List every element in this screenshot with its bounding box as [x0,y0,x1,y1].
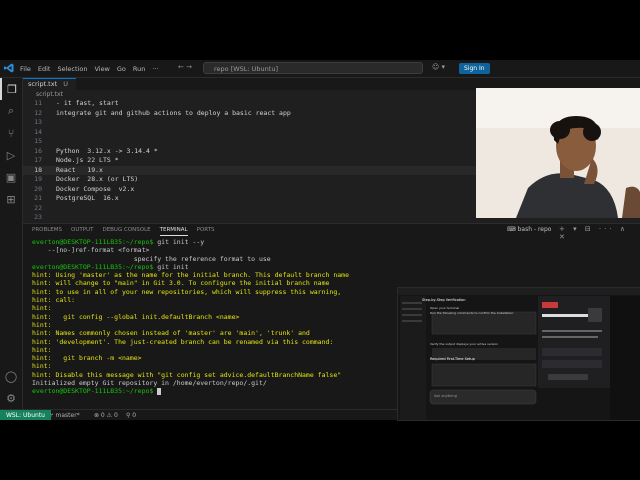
command-center-search[interactable]: repo [WSL: Ubuntu] [203,62,423,74]
terminal-command: git init [153,262,189,271]
terminal-hint: hint: to use in all of your new reposito… [32,287,342,296]
terminal-hint: hint: 'development'. The just-created br… [32,337,334,346]
activity-bar: ❐ ⌕ ⑂ ▷ ▣ ⊞ ◯ ⚙ [0,78,23,409]
tab-label: script.txt [28,80,58,88]
line-number: 18 [34,165,42,174]
webcam-person-image [476,88,640,218]
shared-input: Ask anything [434,394,457,398]
line-number: 20 [34,184,42,193]
tab-problems[interactable]: PROBLEMS [32,224,62,236]
git-branch[interactable]: ⑂ master* [50,410,80,420]
nav-back-forward[interactable]: ← → [178,63,192,71]
shared-heading: Step-by-Step Verification [422,298,466,302]
terminal-text: Initialized empty Git repository in /hom… [32,379,267,388]
tab-output[interactable]: OUTPUT [71,224,93,236]
terminal-prompt: everton@DESKTOP-111LB35:~/repo$ [32,238,154,246]
line-number: 11 [34,99,42,107]
terminal-hint: hint: Using 'master' as the name for the… [32,271,349,280]
terminal-hint: hint: [32,362,52,371]
line-text: Node.js 22 LTS * [56,156,119,164]
menu-view[interactable]: View [94,65,109,73]
shared-screen-overlay: Step-by-Step Verification Open your term… [397,287,640,421]
terminal-text: --[no-]ref-format <format> [32,246,150,255]
tab-debug-console[interactable]: DEBUG CONSOLE [102,224,150,236]
terminal-hint: hint: git branch -m <name> [32,354,142,363]
terminal-line: hint: Using 'master' as the name for the… [32,271,632,279]
line-number: 14 [34,127,42,136]
ports-count[interactable]: ⚲ 0 [126,410,136,420]
terminal-text: specify the reference format to use [32,254,271,263]
terminal-prompt: everton@DESKTOP-111LB35:~/repo$ [32,262,154,271]
line-number: 23 [34,213,42,221]
terminal-hint: hint: Disable this message with "git con… [32,370,342,379]
shared-item-4: Required First-Time Setup [430,357,475,361]
search-icon[interactable]: ⌕ [0,100,22,122]
line-text: Python 3.12.x -> 3.14.4 * [56,146,158,155]
shared-item-2: Run the following commands to confirm th… [430,311,515,315]
extensions-icon[interactable]: ⊞ [0,188,22,210]
line-text: React 19.x [56,165,103,174]
line-number: 16 [34,146,42,155]
title-bar: File Edit Selection View Go Run ··· ← → … [0,60,640,78]
menu-run[interactable]: Run [133,65,145,73]
settings-gear-icon[interactable]: ⚙ [0,387,22,409]
terminal-line: specify the reference format to use [32,255,632,263]
explorer-icon[interactable]: ❐ [0,78,22,100]
terminal-cursor [157,387,162,395]
terminal-hint: hint: git config --global init.defaultBr… [32,312,240,321]
line-text: Docker 28.x (or LTS) [56,175,139,183]
tab-terminal[interactable]: TERMINAL [159,224,188,236]
terminal-line: everton@DESKTOP-111LB35:~/repo$ git init [32,263,632,271]
line-number: 22 [34,203,42,212]
terminal-prompt: everton@DESKTOP-111LB35:~/repo$ [32,387,154,396]
menu-go[interactable]: Go [117,65,126,73]
remote-indicator[interactable]: WSL: Ubuntu [0,410,51,420]
terminal-line: everton@DESKTOP-111LB35:~/repo$ git init… [32,238,632,246]
panel-tabs: PROBLEMS OUTPUT DEBUG CONSOLE TERMINAL P… [32,224,224,236]
terminal-shell-label[interactable]: ⌨ bash - repo [507,226,551,233]
menu-more[interactable]: ··· [152,65,158,73]
line-number: 15 [34,137,42,145]
shared-item-3: Verify the output displays your active v… [430,342,499,346]
tab-script-txt[interactable]: script.txt U [23,78,76,91]
terminal-command: git init --y [153,238,205,246]
account-icon[interactable]: ◯ [0,365,22,387]
breadcrumb[interactable]: script.txt [36,91,63,98]
sign-in-button[interactable]: Sign In [459,63,490,74]
problems-count[interactable]: ⊗ 0 ⚠ 0 [94,410,118,420]
menu-edit[interactable]: Edit [38,65,51,73]
terminal-hint: hint: will change to "main" in Git 3.0. … [32,279,330,288]
terminal-hint: hint: Names commonly chosen instead of '… [32,329,310,338]
vscode-logo-icon [4,63,14,73]
terminal-hint: hint: [32,320,52,329]
terminal-hint: hint: [32,345,52,354]
terminal-line: --[no-]ref-format <format> [32,246,632,254]
tab-ports[interactable]: PORTS [197,224,215,236]
menu-bar: File Edit Selection View Go Run ··· [20,60,166,77]
menu-file[interactable]: File [20,65,31,73]
line-number: 17 [34,156,42,164]
tab-status: U [63,80,68,88]
line-number: 21 [34,194,42,202]
line-text: PostgreSQL 16.x [56,194,119,202]
run-debug-icon[interactable]: ▷ [0,144,22,166]
terminal-hint: hint: [32,304,52,313]
webcam-overlay [476,88,640,218]
terminal-shell-name: bash - repo [517,226,552,233]
line-number: 12 [34,108,42,117]
line-number: 13 [34,118,42,126]
line-number: 19 [34,175,42,183]
menu-selection[interactable]: Selection [57,65,87,73]
source-control-icon[interactable]: ⑂ [0,122,22,144]
terminal-hint: hint: call: [32,296,76,305]
line-text: integrate git and github actions to depl… [56,108,291,117]
line-text: - it fast, start [56,99,119,107]
remote-explorer-icon[interactable]: ▣ [0,166,22,188]
line-text: Docker Compose v2.x [56,184,135,193]
git-branch-name: master* [55,412,80,419]
shared-item-1: Open your terminal [430,306,460,310]
copilot-icon[interactable]: ☺ ▾ [432,63,445,71]
